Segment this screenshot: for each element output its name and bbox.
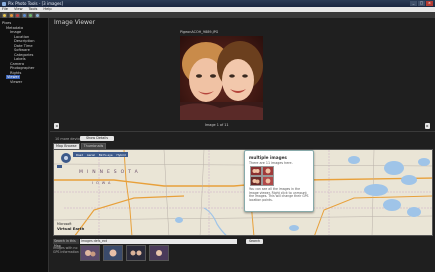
no-gps-label: Images with no GPS information — [53, 246, 79, 254]
image-filename: PigeonACOH_9889.JPG — [180, 30, 219, 34]
save-icon[interactable] — [21, 12, 27, 18]
map-view[interactable]: Road Aerial Bird's eye Hybrid MINNESOTA … — [53, 149, 433, 236]
popup-thumbnail[interactable] — [250, 176, 262, 186]
thumbnail[interactable] — [103, 245, 123, 261]
search-input[interactable]: Images defs_ext — [80, 239, 237, 244]
app-icon — [2, 1, 6, 6]
map-state-label: MINNESOTA — [79, 170, 142, 175]
tree-node[interactable]: Location — [14, 35, 29, 39]
search-label: Search in this Map — [53, 239, 79, 248]
tree-node[interactable]: Categories — [14, 53, 33, 57]
show-details-button[interactable]: Show Details — [80, 136, 114, 141]
refresh-icon[interactable] — [28, 12, 33, 18]
thumbnail[interactable] — [80, 245, 100, 261]
main-photo — [180, 36, 263, 120]
close-button[interactable]: × — [426, 1, 433, 6]
window-title: Pix Photo Tools - [3 images] — [8, 1, 64, 6]
prev-image-button[interactable]: ◂ — [54, 123, 59, 129]
device-label: 10 more devices — [55, 137, 84, 141]
thumbnail[interactable] — [149, 245, 169, 261]
tree-node[interactable]: Image — [10, 30, 21, 34]
divider — [50, 131, 435, 132]
tree-node[interactable]: Photographer — [10, 66, 34, 70]
open-icon[interactable] — [8, 12, 14, 18]
map-brand: Microsoft Virtual Earth — [57, 222, 85, 231]
tree-node-selected[interactable]: Viewer — [6, 75, 21, 79]
map-info-popup: multiple images There are 11 images here… — [244, 150, 314, 212]
image-counter: Image 1 of 11 — [205, 123, 229, 127]
new-icon[interactable] — [2, 12, 7, 18]
popup-subtitle: There are 11 images here. — [249, 161, 293, 165]
popup-thumbnail[interactable] — [262, 166, 274, 176]
sidebar: Pixes Metadata Image Location Descriptio… — [0, 18, 49, 272]
map-road-button[interactable]: Road — [76, 153, 83, 157]
close-icon[interactable] — [15, 12, 20, 18]
tree-node[interactable]: Camera — [10, 62, 24, 66]
tree-node[interactable]: Software — [14, 48, 30, 52]
tree-node[interactable]: Rights — [10, 71, 21, 75]
tree-node[interactable]: Metadata — [6, 26, 23, 30]
no-gps-thumbnail-strip — [80, 245, 169, 262]
map-birdseye-button[interactable]: Bird's eye — [99, 153, 113, 157]
search-button[interactable]: Search — [246, 239, 263, 244]
popup-title: multiple images — [249, 155, 287, 160]
map-region-label: IOWA — [92, 181, 114, 185]
tree-node[interactable]: Pixes — [2, 21, 11, 25]
popup-note: You can see all the images in the Image … — [249, 187, 309, 203]
next-image-button[interactable]: ▸ — [425, 123, 430, 129]
map-aerial-button[interactable]: Aerial — [87, 153, 95, 157]
map-icon[interactable] — [34, 12, 40, 18]
tree-node[interactable]: Date Time — [14, 44, 33, 48]
maximize-button[interactable]: □ — [418, 1, 425, 6]
title-bar: Pix Photo Tools - [3 images] _ □ × — [0, 0, 435, 7]
map-brand-line2: Virtual Earth — [57, 225, 85, 231]
thumbnail[interactable] — [126, 245, 146, 261]
map-hybrid-button[interactable]: Hybrid — [117, 153, 126, 157]
popup-thumbnail[interactable] — [262, 176, 274, 186]
page-title: Image Viewer — [54, 19, 96, 26]
popup-thumbnail[interactable] — [250, 166, 262, 176]
minimize-button[interactable]: _ — [410, 1, 417, 6]
tree-node[interactable]: Description — [14, 39, 34, 43]
tree-node[interactable]: Labels — [14, 57, 26, 61]
map-style-controls[interactable]: Road Aerial Bird's eye Hybrid — [76, 153, 126, 157]
tree-node[interactable]: Viewer — [10, 80, 22, 84]
